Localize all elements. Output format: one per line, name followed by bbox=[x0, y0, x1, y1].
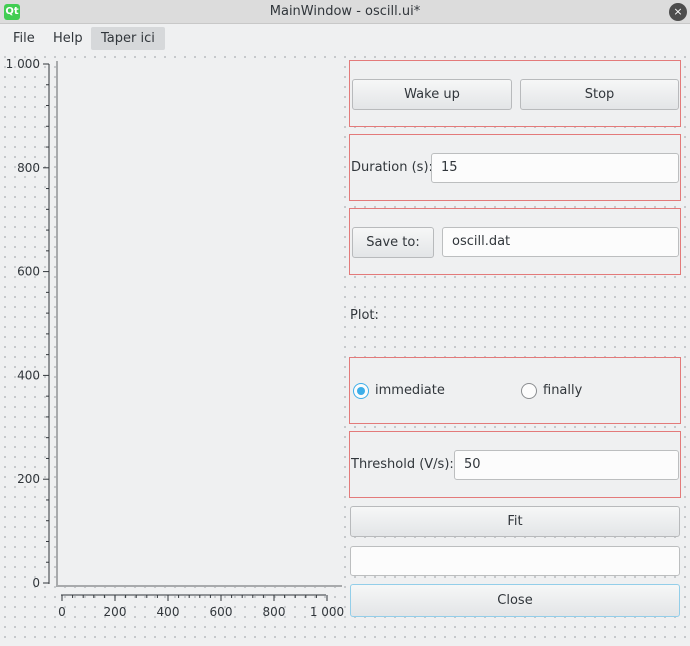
x-tick-label: 400 bbox=[157, 605, 180, 619]
menu-bar: File Help Taper ici bbox=[0, 25, 690, 51]
x-tick-label: 800 bbox=[263, 605, 286, 619]
y-tick-label: 1 000 bbox=[6, 57, 40, 71]
duration-field[interactable]: 15 bbox=[431, 153, 679, 183]
menu-file[interactable]: File bbox=[3, 27, 45, 50]
plot-label: Plot: bbox=[350, 308, 379, 323]
save-file-field[interactable]: oscill.dat bbox=[442, 227, 679, 257]
x-tick-label: 200 bbox=[104, 605, 127, 619]
radio-finally[interactable] bbox=[521, 383, 537, 399]
stop-button[interactable]: Stop bbox=[520, 79, 679, 110]
y-tick-label: 400 bbox=[17, 368, 40, 382]
duration-label: Duration (s): bbox=[351, 160, 433, 175]
title-bar: Qt MainWindow - oscill.ui* × bbox=[0, 0, 690, 24]
y-tick-label: 0 bbox=[32, 576, 40, 590]
fit-button[interactable]: Fit bbox=[350, 506, 680, 537]
y-tick-label: 800 bbox=[17, 161, 40, 175]
radio-finally-label[interactable]: finally bbox=[543, 383, 582, 398]
window-title: MainWindow - oscill.ui* bbox=[269, 4, 421, 19]
menu-help[interactable]: Help bbox=[43, 27, 93, 50]
wake-up-button[interactable]: Wake up bbox=[352, 79, 512, 110]
threshold-label: Threshold (V/s): bbox=[351, 457, 454, 472]
x-tick-label: 600 bbox=[210, 605, 233, 619]
result-field[interactable] bbox=[350, 546, 680, 576]
x-tick-label: 1 000 bbox=[310, 605, 344, 619]
x-tick-label: 0 bbox=[58, 605, 66, 619]
close-button[interactable]: Close bbox=[350, 584, 680, 617]
save-to-button[interactable]: Save to: bbox=[352, 227, 434, 258]
plot-widget: 1 000 800 600 400 200 0 0 200 400 600 800 1 000 bbox=[6, 57, 345, 619]
menu-taper-ici[interactable]: Taper ici bbox=[91, 27, 165, 50]
radio-immediate-label[interactable]: immediate bbox=[375, 383, 445, 398]
threshold-field[interactable]: 50 bbox=[454, 450, 679, 480]
plot-area bbox=[56, 61, 342, 586]
y-tick-label: 200 bbox=[17, 472, 40, 486]
y-tick-label: 600 bbox=[17, 265, 40, 279]
window-close-icon[interactable]: × bbox=[669, 3, 687, 21]
radio-immediate[interactable] bbox=[353, 383, 369, 399]
